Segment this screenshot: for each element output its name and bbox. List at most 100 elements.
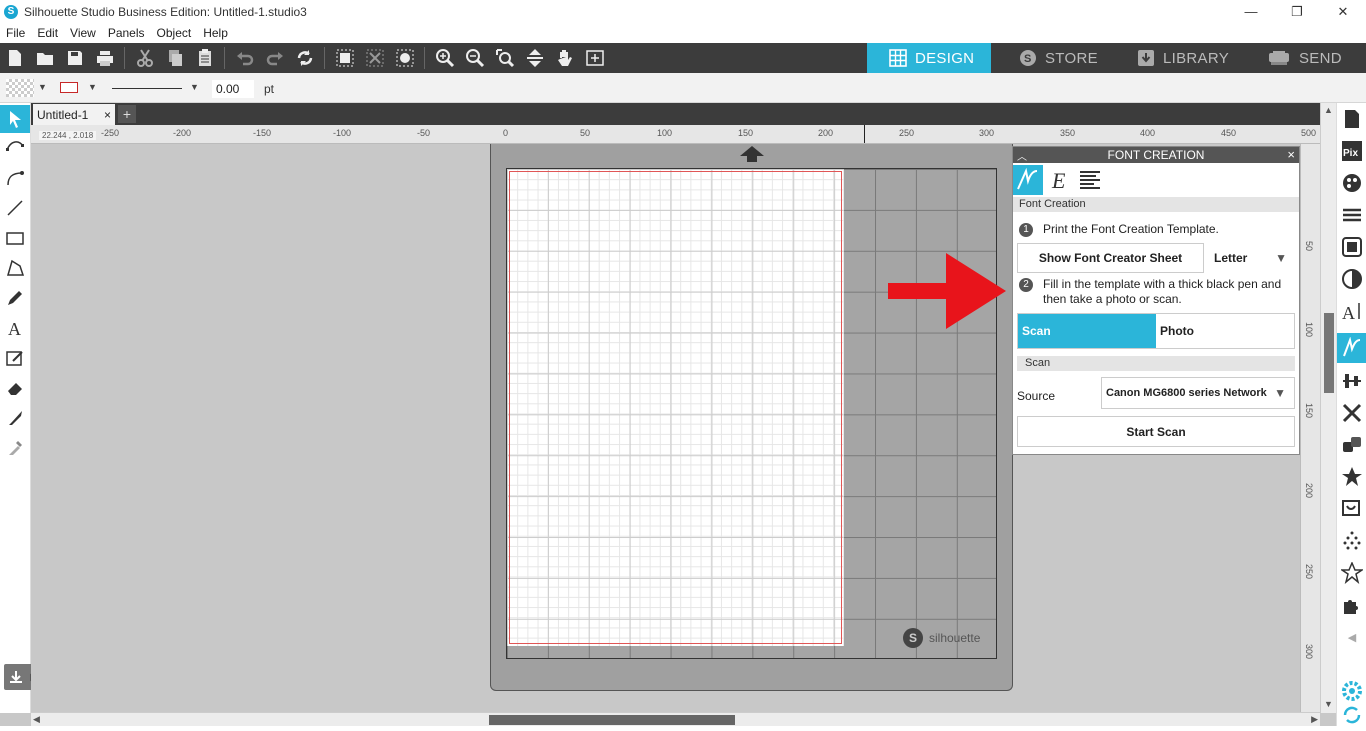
zoom-in-icon[interactable]	[434, 47, 456, 69]
modify-star-icon[interactable]	[1340, 465, 1364, 489]
paste-icon[interactable]	[194, 47, 216, 69]
fill-dropdown-icon[interactable]: ▼	[38, 82, 47, 92]
sketch-tool-icon[interactable]	[4, 347, 26, 369]
add-page-icon[interactable]	[584, 47, 606, 69]
point-edit-tool-icon[interactable]	[4, 137, 26, 159]
cursor-coordinates: 22.244 , 2.018	[39, 131, 97, 140]
photo-option-button[interactable]: Photo	[1156, 314, 1294, 348]
scroll-up-icon[interactable]: ▲	[1324, 105, 1333, 115]
tab-design-label: DESIGN	[915, 49, 975, 67]
open-folder-icon[interactable]	[34, 47, 56, 69]
close-window-button[interactable]: ✕	[1320, 0, 1366, 23]
line-tool-icon[interactable]	[4, 197, 26, 219]
cut-icon[interactable]	[134, 47, 156, 69]
scan-option-button[interactable]: Scan	[1018, 314, 1156, 348]
menu-help[interactable]: Help	[197, 26, 234, 40]
step-1: 1 Print the Font Creation Template.	[1019, 222, 1219, 237]
trace-icon[interactable]	[1340, 235, 1364, 259]
scroll-right-icon[interactable]: ▶	[1311, 714, 1318, 725]
scroll-down-icon[interactable]: ▼	[1324, 699, 1333, 709]
line-color-swatch[interactable]	[60, 82, 78, 93]
print-icon[interactable]	[94, 47, 116, 69]
horizontal-scrollbar[interactable]: ◀ ▶	[31, 712, 1320, 726]
new-document-icon[interactable]	[4, 47, 26, 69]
pan-hand-icon[interactable]	[554, 47, 576, 69]
close-panel-icon[interactable]: ×	[1287, 147, 1295, 162]
main-toolbar: DESIGN S STORE LIBRARY SEND	[0, 43, 1366, 73]
pencil-tool-icon[interactable]	[4, 287, 26, 309]
line-color-dropdown-icon[interactable]: ▼	[88, 82, 97, 92]
ruler-label: 50	[1304, 241, 1314, 252]
knife-tool-icon[interactable]	[4, 407, 26, 429]
zoom-out-icon[interactable]	[464, 47, 486, 69]
menu-view[interactable]: View	[64, 26, 102, 40]
zoom-select-icon[interactable]	[494, 47, 516, 69]
menu-panels[interactable]: Panels	[102, 26, 151, 40]
eraser-tool-icon[interactable]	[4, 377, 26, 399]
select-tool-icon[interactable]	[0, 105, 30, 133]
group-icon[interactable]	[334, 47, 356, 69]
tab-design[interactable]: DESIGN	[867, 43, 991, 73]
page-setup-icon[interactable]	[1340, 107, 1364, 131]
ungroup-icon[interactable]	[364, 47, 386, 69]
horizontal-scroll-thumb[interactable]	[489, 715, 735, 725]
transform-icon[interactable]	[1340, 401, 1364, 425]
fill-panel-icon[interactable]	[394, 47, 416, 69]
tab-store[interactable]: S STORE	[991, 43, 1115, 73]
paper-size-select[interactable]: Letter ▼	[1209, 243, 1295, 273]
vertical-scrollbar[interactable]: ▲ ▼	[1320, 103, 1336, 713]
undo-icon[interactable]	[234, 47, 256, 69]
close-tab-icon[interactable]: ×	[104, 108, 111, 122]
menu-object[interactable]: Object	[151, 26, 198, 40]
text-style-icon[interactable]: A	[1340, 299, 1364, 323]
font-creation-tab-icon[interactable]	[1013, 165, 1043, 195]
offset-icon[interactable]	[1340, 497, 1364, 521]
minimize-button[interactable]: —	[1228, 0, 1274, 23]
line-style-icon[interactable]	[1340, 203, 1364, 227]
sync-icon[interactable]	[1340, 703, 1364, 727]
puzzle-icon[interactable]	[1340, 593, 1364, 617]
align-icon[interactable]	[1340, 369, 1364, 393]
scanner-source-select[interactable]: Canon MG6800 series Network ▼	[1101, 377, 1295, 409]
fill-color-swatch[interactable]	[6, 79, 34, 97]
line-style-dropdown-icon[interactable]: ▼	[190, 82, 199, 92]
sketch-dots-icon[interactable]	[1340, 529, 1364, 553]
fill-color-icon[interactable]	[1340, 171, 1364, 195]
vertical-scroll-thumb[interactable]	[1324, 313, 1334, 393]
redo-icon[interactable]	[264, 47, 286, 69]
document-tab[interactable]: Untitled-1 ×	[33, 104, 115, 125]
copy-icon[interactable]	[164, 47, 186, 69]
menu-edit[interactable]: Edit	[31, 26, 64, 40]
fit-to-page-icon[interactable]	[524, 47, 546, 69]
text-alignment-tab-icon[interactable]	[1075, 165, 1105, 195]
cursor-position-marker	[864, 125, 865, 143]
line-width-input[interactable]: 0.00	[212, 80, 254, 98]
curve-tool-icon[interactable]	[4, 167, 26, 189]
window-title: Silhouette Studio Business Edition: Unti…	[24, 4, 307, 19]
eyedropper-tool-icon[interactable]	[4, 437, 26, 459]
settings-gear-icon[interactable]	[1340, 679, 1364, 703]
scroll-left-icon[interactable]: ◀	[33, 714, 40, 725]
line-style-preview[interactable]	[112, 88, 182, 89]
replicate-icon[interactable]	[1340, 433, 1364, 457]
tab-send[interactable]: SEND	[1239, 43, 1366, 73]
menu-file[interactable]: File	[0, 26, 31, 40]
restore-button[interactable]: ❐	[1274, 0, 1320, 23]
add-tab-button[interactable]: +	[118, 105, 136, 123]
contrast-icon[interactable]	[1340, 267, 1364, 291]
rectangle-tool-icon[interactable]	[4, 227, 26, 249]
font-creation-panel-icon[interactable]	[1337, 333, 1366, 363]
favorite-star-icon[interactable]	[1340, 561, 1364, 585]
text-tool-icon[interactable]: A	[4, 317, 26, 339]
step-2-text: Fill in the template with a thick black …	[1043, 277, 1282, 306]
font-edit-tab-icon[interactable]: E	[1045, 165, 1075, 195]
tab-library[interactable]: LIBRARY	[1115, 43, 1239, 73]
save-icon[interactable]	[64, 47, 86, 69]
collapse-arrow-icon[interactable]: ◀	[1340, 625, 1364, 649]
collapse-panel-icon[interactable]: ︿	[1017, 148, 1027, 163]
start-scan-button[interactable]: Start Scan	[1017, 416, 1295, 447]
show-font-creator-sheet-button[interactable]: Show Font Creator Sheet	[1017, 243, 1204, 273]
pixscan-icon[interactable]: Pix	[1340, 139, 1364, 163]
polygon-tool-icon[interactable]	[4, 257, 26, 279]
redraw-icon[interactable]	[294, 47, 316, 69]
